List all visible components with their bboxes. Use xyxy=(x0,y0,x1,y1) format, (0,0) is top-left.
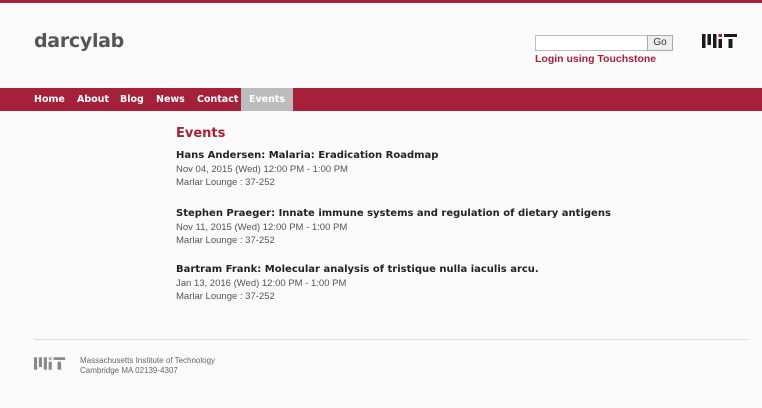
search-input[interactable] xyxy=(535,35,649,51)
footer-divider xyxy=(34,339,748,340)
top-accent-border xyxy=(0,0,762,3)
search-form: Go xyxy=(535,35,673,53)
nav-contact[interactable]: Contact xyxy=(197,88,238,111)
nav-news[interactable]: News xyxy=(156,88,185,111)
event-date: Jan 13, 2016 (Wed) 12:00 PM - 1:00 PM xyxy=(176,278,347,289)
footer-address: Massachusetts Institute of Technology Ca… xyxy=(80,356,215,376)
main-navbar: Home About Blog News Contact Events xyxy=(0,88,762,111)
page-title: Events xyxy=(176,126,226,141)
mit-footer-logo-icon xyxy=(34,357,66,370)
event-title-link[interactable]: Bartram Frank: Molecular analysis of tri… xyxy=(176,263,539,277)
event-location: Marlar Lounge : 37-252 xyxy=(176,235,275,246)
site-title[interactable]: darcylab xyxy=(34,30,124,52)
event-location: Marlar Lounge : 37-252 xyxy=(176,291,275,302)
nav-events[interactable]: Events xyxy=(241,88,294,111)
nav-about[interactable]: About xyxy=(77,88,109,111)
mit-logo-icon[interactable] xyxy=(702,34,738,48)
event-item: Bartram Frank: Molecular analysis of tri… xyxy=(176,263,539,303)
footer-institution: Massachusetts Institute of Technology xyxy=(80,356,216,365)
event-date: Nov 11, 2015 (Wed) 12:00 PM - 1:00 PM xyxy=(176,222,348,233)
nav-home[interactable]: Home xyxy=(34,88,65,111)
event-date: Nov 04, 2015 (Wed) 12:00 PM - 1:00 PM xyxy=(176,164,348,175)
login-touchstone-link[interactable]: Login using Touchstone xyxy=(535,53,656,65)
nav-blog[interactable]: Blog xyxy=(120,88,144,111)
go-button[interactable]: Go xyxy=(647,35,673,51)
event-location: Marlar Lounge : 37-252 xyxy=(176,177,275,188)
event-item: Hans Andersen: Malaria: Eradication Road… xyxy=(176,149,438,189)
event-item: Stephen Praeger: Innate immune systems a… xyxy=(176,207,611,247)
event-title-link[interactable]: Stephen Praeger: Innate immune systems a… xyxy=(176,207,611,221)
event-title-link[interactable]: Hans Andersen: Malaria: Eradication Road… xyxy=(176,149,438,163)
footer-city: Cambridge MA 02139-4307 xyxy=(80,366,178,375)
